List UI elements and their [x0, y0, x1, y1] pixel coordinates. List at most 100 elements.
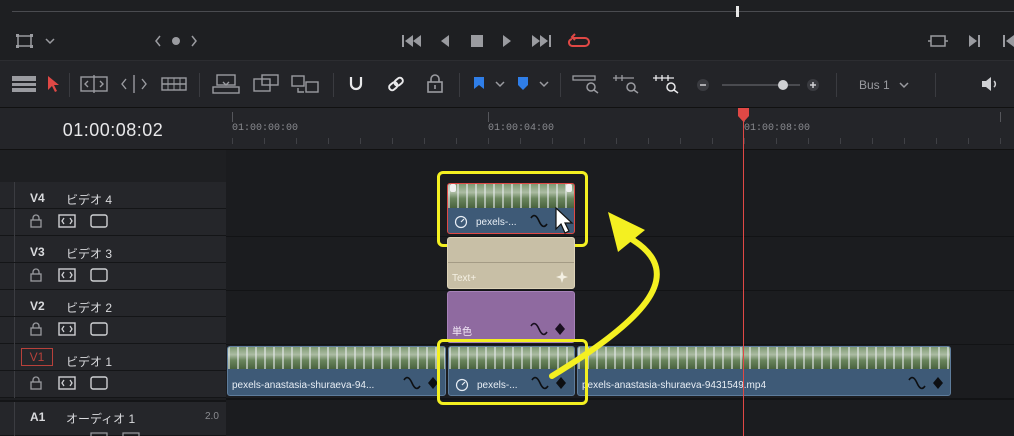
- dynamic-trim-icon[interactable]: [120, 75, 148, 93]
- chevron-down-icon[interactable]: [44, 36, 56, 46]
- keyframe-icon[interactable]: [932, 376, 944, 390]
- audio-channel-format: 2.0: [205, 411, 219, 422]
- timeline-view-options-icon[interactable]: [11, 75, 37, 93]
- ruler-minor-tick: [1000, 138, 1001, 144]
- video-enable-icon[interactable]: [90, 322, 108, 336]
- ruler-minor-tick: [648, 138, 649, 144]
- source-track-selector[interactable]: V1: [21, 348, 53, 366]
- video-enable-icon[interactable]: [90, 214, 108, 228]
- timecode-display[interactable]: 01:00:08:02: [0, 120, 226, 141]
- auto-select-icon[interactable]: [58, 268, 76, 282]
- stop-icon[interactable]: [470, 34, 484, 48]
- track-name[interactable]: ビデオ 2: [66, 299, 112, 316]
- lock-icon[interactable]: [30, 268, 42, 282]
- custom-zoom-icon[interactable]: [652, 74, 680, 94]
- curve-editor-icon[interactable]: [908, 376, 926, 390]
- track-header-divider: [0, 208, 226, 209]
- insert-clip-icon[interactable]: [212, 73, 240, 95]
- ruler-minor-tick: [712, 138, 713, 144]
- track-color-divider: [14, 344, 15, 398]
- edit-toolbar: Bus 1: [0, 60, 1014, 108]
- video-enable-icon[interactable]: [90, 268, 108, 282]
- play-reverse-icon[interactable]: [439, 34, 451, 48]
- position-lock-icon[interactable]: [426, 74, 444, 94]
- track-header-divider: [0, 262, 226, 263]
- selection-tool-icon[interactable]: [46, 75, 60, 93]
- scrubber-playhead[interactable]: [736, 6, 739, 17]
- top-scrubber[interactable]: [0, 0, 1014, 24]
- ruler-minor-tick: [840, 138, 841, 144]
- video-enable-icon[interactable]: [90, 376, 108, 390]
- playhead-marker-icon[interactable]: [737, 108, 750, 122]
- track-color-divider: [14, 182, 15, 236]
- trim-edit-icon[interactable]: [80, 75, 108, 93]
- track-color-divider: [14, 236, 15, 290]
- lane-separator: [226, 398, 1014, 400]
- prev-frame-icon[interactable]: [1002, 34, 1014, 48]
- audio-track-control-icon[interactable]: [90, 432, 108, 436]
- auto-select-icon[interactable]: [58, 322, 76, 336]
- ruler-minor-tick: [904, 138, 905, 144]
- flag-icon[interactable]: [472, 76, 486, 92]
- blade-edit-icon[interactable]: [161, 75, 187, 93]
- ruler-minor-tick: [360, 138, 361, 144]
- curve-editor-icon[interactable]: [403, 376, 421, 390]
- ruler-minor-tick: [808, 138, 809, 144]
- track-header-a1[interactable]: A1 オーディオ 1 2.0: [0, 400, 226, 436]
- viewer-options-icon[interactable]: [16, 33, 34, 49]
- ruler-major-tick: [488, 112, 489, 122]
- track-header-v1[interactable]: V1 ビデオ 1: [0, 344, 226, 398]
- skip-to-end-icon[interactable]: [530, 34, 552, 48]
- zoom-out-icon[interactable]: [696, 78, 710, 92]
- full-extent-zoom-icon[interactable]: [572, 74, 600, 94]
- audio-track-control-icon[interactable]: [122, 432, 140, 436]
- transport-bar: [0, 24, 1014, 60]
- detail-zoom-icon[interactable]: [612, 74, 640, 94]
- ruler-minor-tick: [456, 138, 457, 144]
- zoom-in-icon[interactable]: [806, 78, 820, 92]
- bus-dropdown-chevron-icon[interactable]: [898, 80, 910, 90]
- track-header-v3[interactable]: V3 ビデオ 3: [0, 236, 226, 290]
- bus-select[interactable]: Bus 1: [859, 78, 890, 92]
- clip-nav-icon[interactable]: [154, 34, 200, 48]
- linked-selection-icon[interactable]: [386, 74, 406, 94]
- playhead-line[interactable]: [743, 118, 744, 436]
- replace-clip-icon[interactable]: [290, 73, 320, 95]
- flag-dropdown-chevron-icon[interactable]: [494, 79, 506, 89]
- track-id: A1: [30, 410, 46, 424]
- track-header-v2[interactable]: V2 ビデオ 2: [0, 290, 226, 344]
- track-id: V2: [30, 299, 45, 313]
- next-frame-icon[interactable]: [967, 34, 981, 48]
- ruler-minor-tick: [776, 138, 777, 144]
- overwrite-clip-icon[interactable]: [252, 73, 280, 95]
- track-name[interactable]: ビデオ 4: [66, 191, 112, 208]
- scrubber-track[interactable]: [12, 11, 1014, 12]
- lock-icon[interactable]: [30, 322, 42, 336]
- track-name[interactable]: ビデオ 3: [66, 245, 112, 262]
- play-icon[interactable]: [501, 34, 513, 48]
- marker-icon[interactable]: [516, 76, 530, 92]
- loop-icon[interactable]: [568, 32, 590, 48]
- v1-video-clip-left[interactable]: pexels-anastasia-shuraeva-94...: [227, 346, 446, 396]
- zoom-slider-handle[interactable]: [778, 80, 788, 90]
- auto-select-icon[interactable]: [58, 214, 76, 228]
- track-header-spacer: [0, 150, 226, 182]
- lock-icon[interactable]: [30, 376, 42, 390]
- track-name[interactable]: ビデオ 1: [66, 353, 112, 370]
- match-frame-icon[interactable]: [928, 33, 948, 49]
- snapping-icon[interactable]: [346, 74, 366, 94]
- clip-name: pexels-anastasia-shuraeva-94...: [232, 380, 375, 391]
- lock-icon[interactable]: [30, 214, 42, 228]
- audio-volume-icon[interactable]: [980, 76, 1000, 92]
- timeline-ruler[interactable]: 01:00:00:00 01:00:04:00 01:00:08:00: [226, 108, 1014, 150]
- track-name[interactable]: オーディオ 1: [66, 410, 135, 427]
- zoom-slider-track[interactable]: [722, 84, 800, 86]
- marker-dropdown-chevron-icon[interactable]: [538, 79, 550, 89]
- auto-select-icon[interactable]: [58, 376, 76, 390]
- ruler-label: 01:00:08:00: [744, 123, 811, 134]
- ruler-minor-tick: [488, 138, 489, 144]
- toolbar-divider: [935, 73, 936, 97]
- skip-to-start-icon[interactable]: [401, 34, 423, 48]
- track-id: V3: [30, 245, 45, 259]
- track-header-v4[interactable]: V4 ビデオ 4: [0, 182, 226, 236]
